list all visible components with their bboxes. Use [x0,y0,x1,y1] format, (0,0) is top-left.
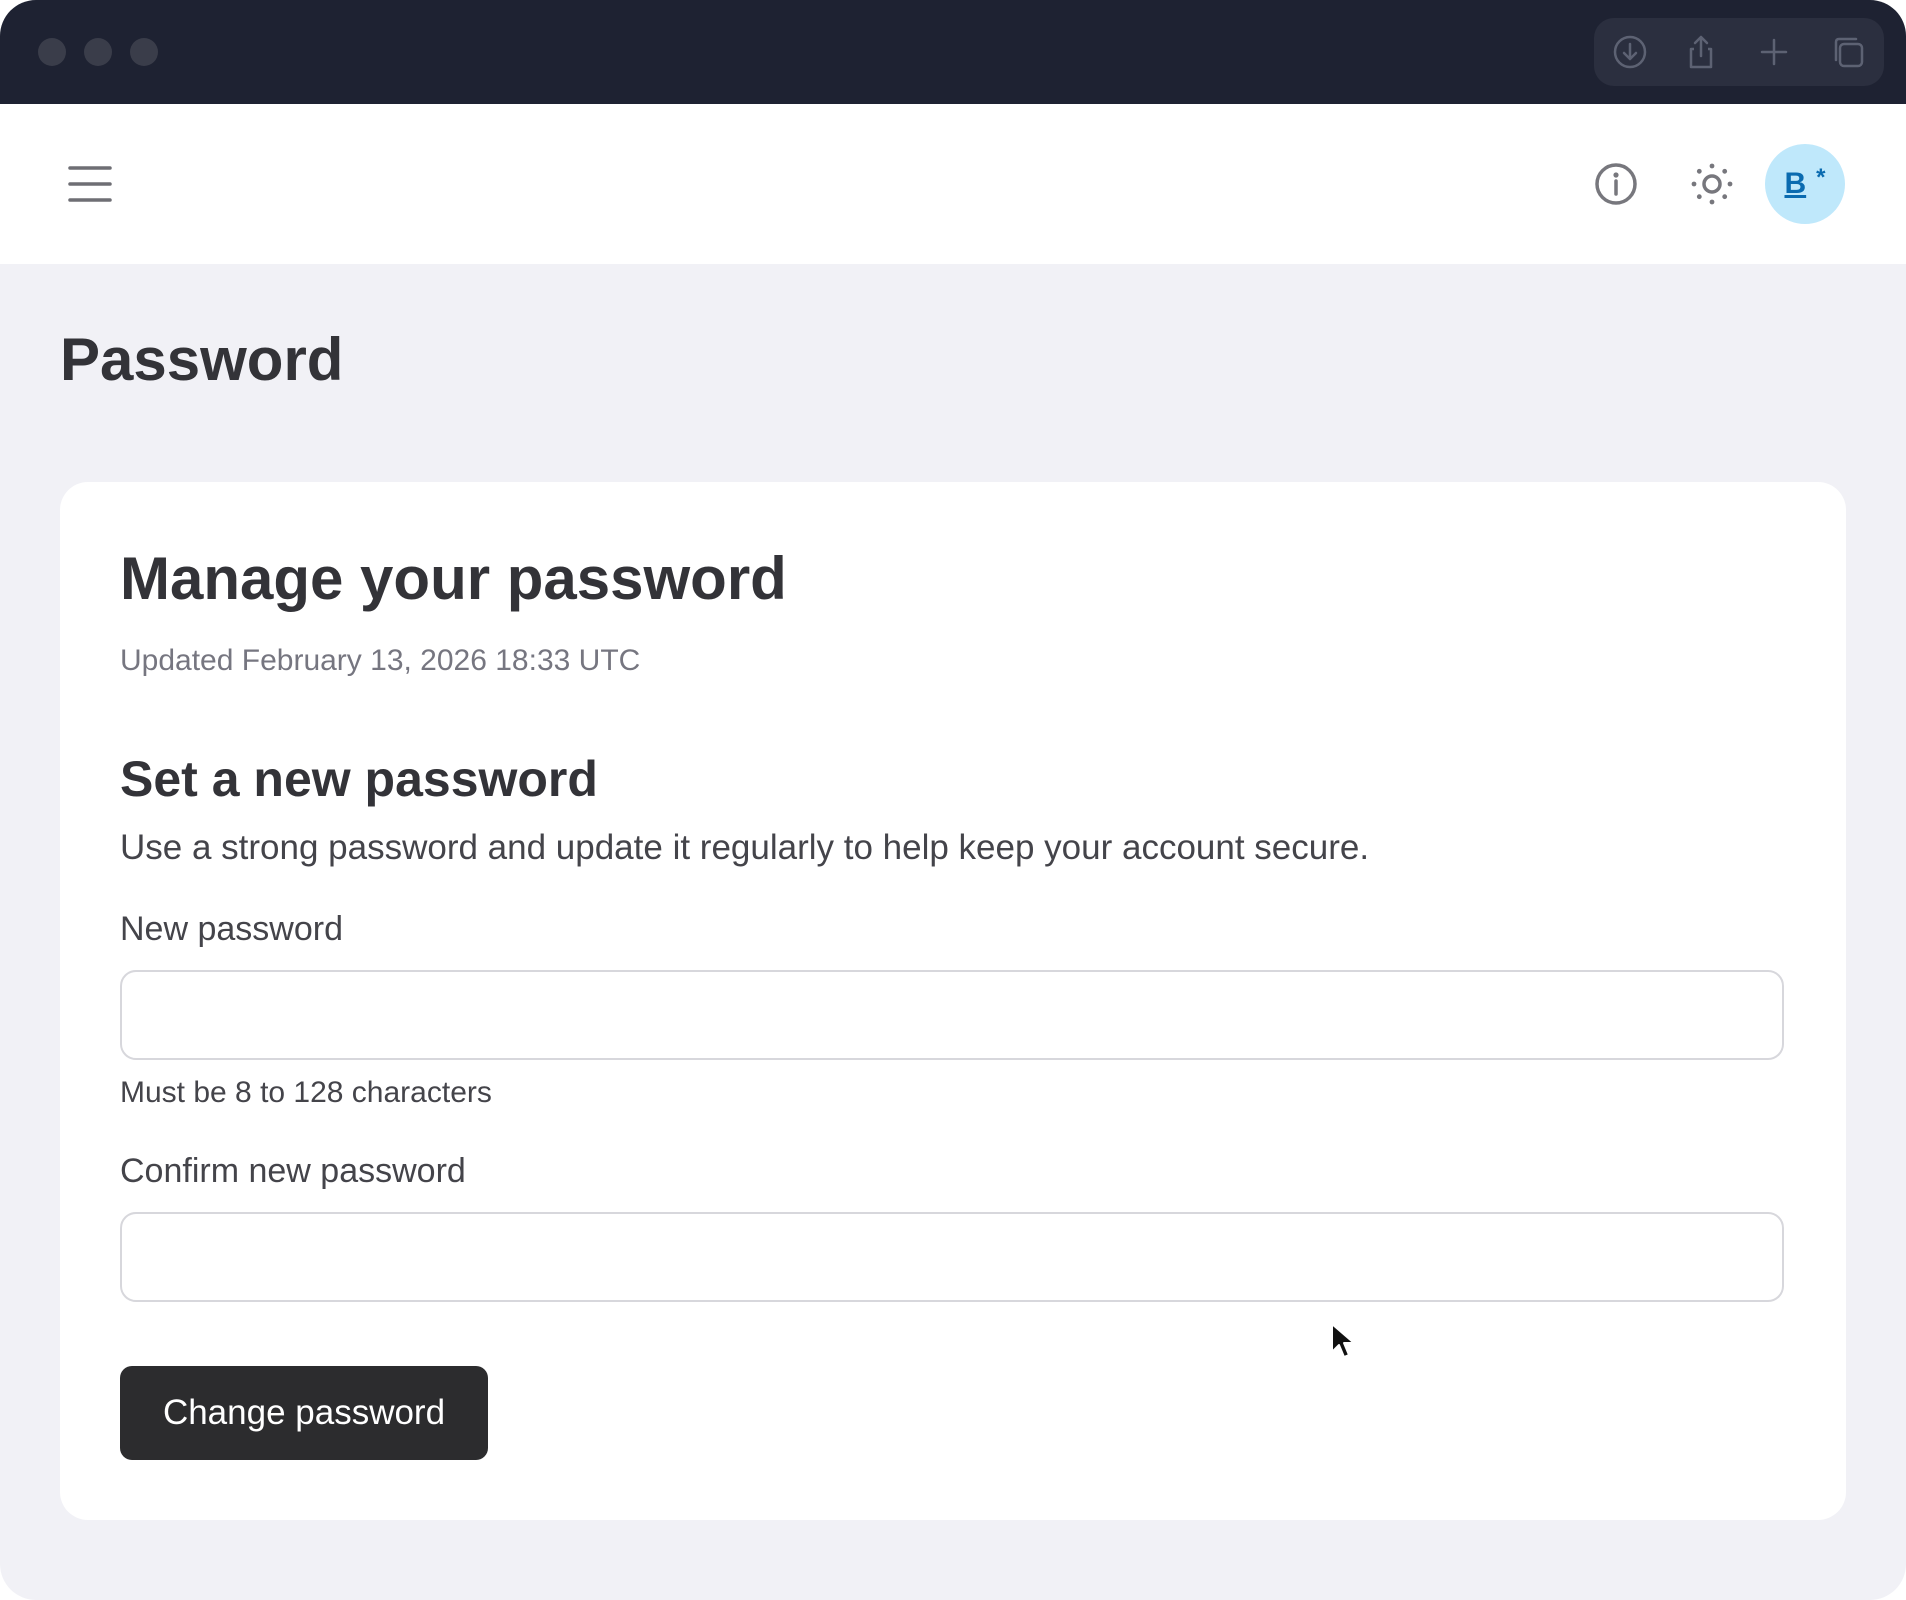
new-password-label: New password [120,910,343,948]
minimize-window-button[interactable] [84,38,112,66]
avatar[interactable]: B * [1765,144,1845,224]
confirm-password-field[interactable] [120,1212,1784,1302]
page-title: Password [60,326,344,393]
new-password-field[interactable] [120,970,1784,1060]
new-password-hint: Must be 8 to 128 characters [120,1076,492,1109]
avatar-badge: * [1816,164,1826,191]
confirm-password-label: Confirm new password [120,1152,466,1190]
new-tab-icon[interactable] [1756,34,1792,70]
tabs-overview-icon[interactable] [1830,34,1866,70]
info-icon[interactable] [1592,160,1640,208]
hamburger-menu-icon[interactable] [68,164,112,204]
sun-icon[interactable] [1688,160,1736,208]
section-description: Use a strong password and update it regu… [120,828,1370,867]
change-password-button[interactable]: Change password [120,1366,488,1460]
title-bar [0,0,1906,104]
last-updated-text: Updated February 13, 2026 18:33 UTC [120,644,641,677]
mouse-cursor-icon [1330,1322,1356,1360]
zoom-window-button[interactable] [130,38,158,66]
card-title: Manage your password [120,545,787,612]
section-title: Set a new password [120,751,598,807]
avatar-initial: B [1784,167,1807,200]
close-window-button[interactable] [38,38,66,66]
download-icon[interactable] [1612,34,1648,70]
app-header: B * [0,104,1906,264]
share-icon[interactable] [1683,34,1719,70]
password-card: Manage your password Updated February 13… [60,482,1846,1520]
browser-window: B * Password Manage your password Update… [0,0,1906,1600]
